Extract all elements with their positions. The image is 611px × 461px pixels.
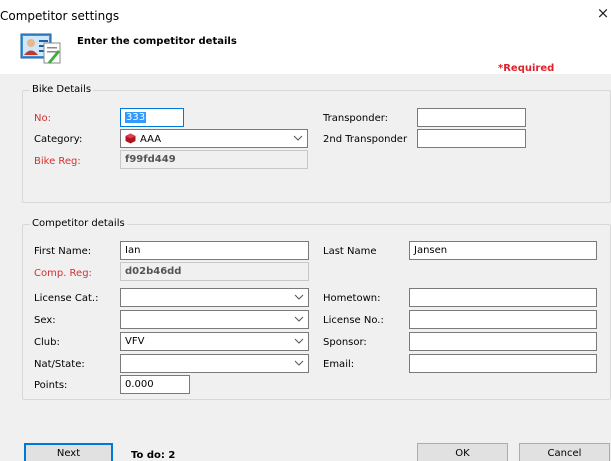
category-select[interactable]: AAA [120,129,308,148]
competitor-details-title: Competitor details [30,218,127,229]
sex-label: Sex: [34,315,56,326]
todo-counter: To do: 2 [131,450,176,461]
first-name-field[interactable]: Ian [120,241,309,260]
ok-button[interactable]: OK [417,443,508,461]
next-button[interactable]: Next [24,443,113,461]
category-cube-icon [125,133,136,144]
points-field[interactable]: 0.000 [120,375,190,394]
close-icon[interactable]: × [596,6,610,21]
number-field[interactable]: 333 [120,108,184,127]
no-label: No: [34,113,51,124]
last-name-field[interactable]: Jansen [409,241,597,260]
hometown-field[interactable] [409,288,597,307]
first-name-label: First Name: [34,246,92,257]
chevron-down-icon [294,316,304,322]
email-label: Email: [323,359,355,370]
club-label: Club: [34,337,60,348]
bike-reg-label: Bike Reg: [34,156,81,167]
chevron-down-icon [294,294,304,300]
transponder2-field[interactable] [417,129,526,148]
license-cat-select[interactable] [120,288,309,307]
sponsor-label: Sponsor: [323,337,367,348]
chevron-down-icon [294,360,304,366]
comp-reg-field: d02b46dd [120,262,309,281]
last-name-label: Last Name [323,246,377,257]
category-label: Category: [34,134,83,145]
license-cat-label: License Cat.: [34,293,99,304]
required-note: *Required [498,63,555,74]
chevron-down-icon [294,338,304,344]
header-title: Enter the competitor details [77,36,237,47]
sponsor-field[interactable] [409,332,597,351]
cancel-button[interactable]: Cancel [519,443,610,461]
sex-select[interactable] [120,310,309,329]
club-select[interactable]: VFV [120,332,309,351]
nat-state-select[interactable] [120,354,309,373]
transponder-label: Transponder: [323,113,389,124]
user-form-icon [20,33,61,64]
number-value: 333 [125,112,147,123]
license-no-field[interactable] [409,310,597,329]
club-value: VFV [125,336,145,347]
points-label: Points: [34,380,68,391]
comp-reg-label: Comp. Reg: [34,268,92,279]
email-field[interactable] [409,354,597,373]
window-title: Competitor settings [0,9,120,23]
category-value: AAA [140,134,162,145]
transponder-field[interactable] [417,108,526,127]
bike-details-title: Bike Details [30,84,94,95]
transponder2-label: 2nd Transponder [323,134,408,145]
nat-state-label: Nat/State: [34,359,85,370]
hometown-label: Hometown: [323,293,381,304]
license-no-label: License No.: [323,315,384,326]
chevron-down-icon [293,135,303,141]
bike-reg-field: f99fd449 [120,150,308,169]
